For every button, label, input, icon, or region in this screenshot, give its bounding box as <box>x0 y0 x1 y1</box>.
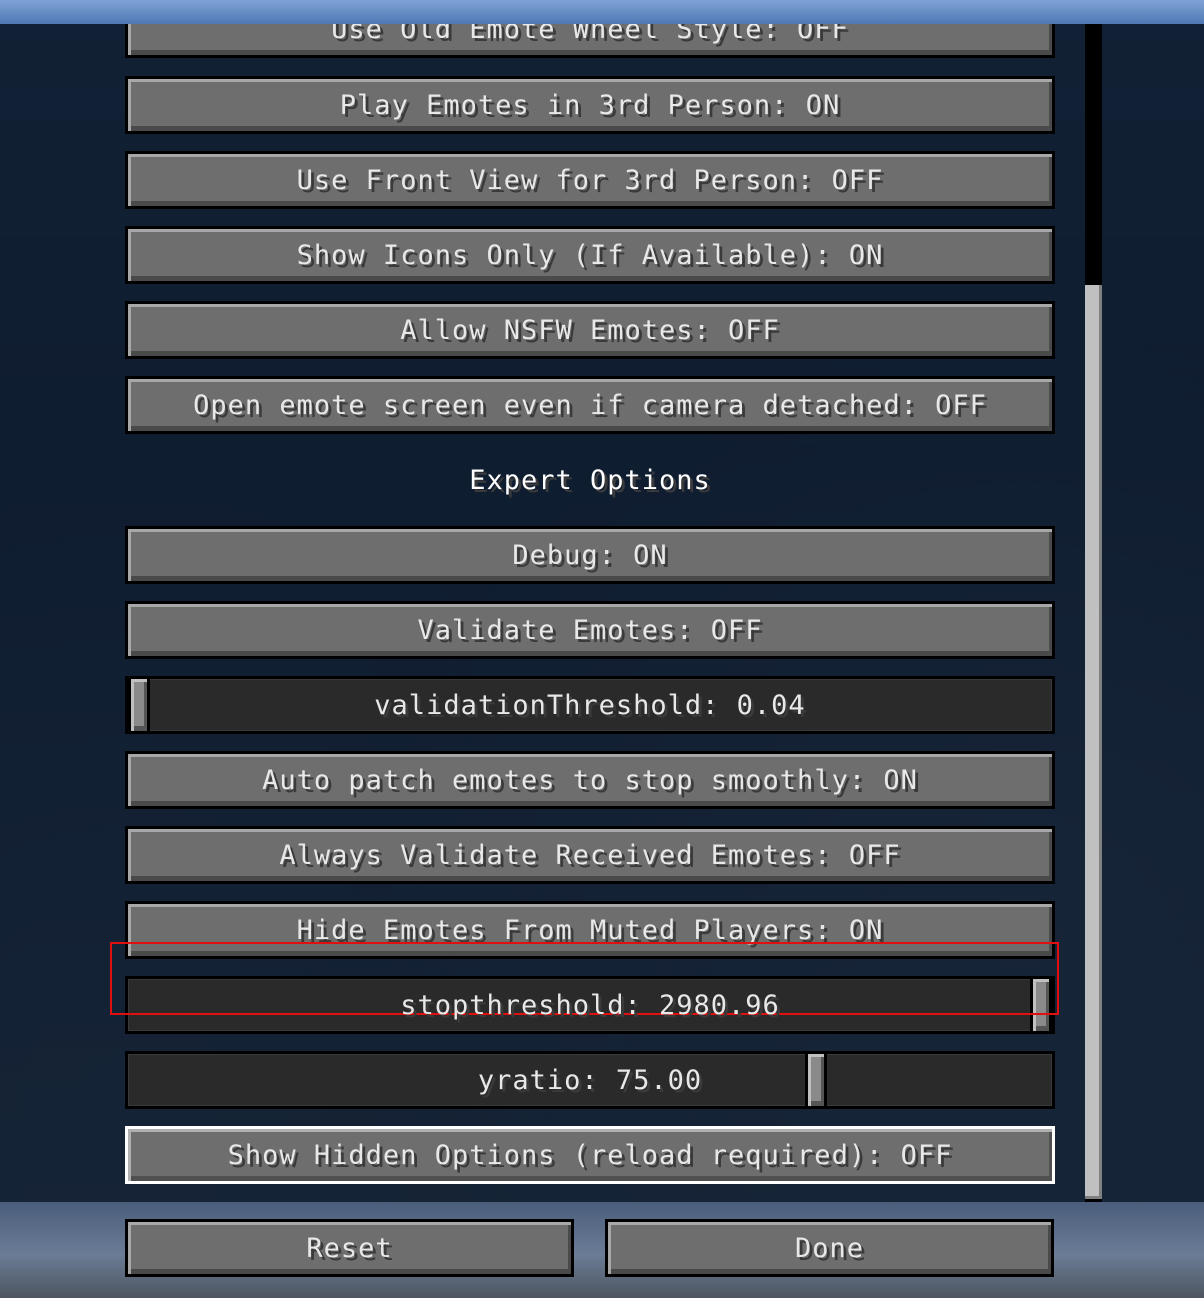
option-validate[interactable]: Validate Emotes: OFF <box>125 601 1055 659</box>
slider-label: yratio: 75.00 <box>477 1064 703 1096</box>
validate-emotes-button[interactable]: Validate Emotes: OFF <box>125 601 1055 659</box>
button-label: Reset <box>306 1232 393 1264</box>
option-yratio[interactable]: yratio: 75.00 <box>125 1051 1055 1109</box>
button-label: Play Emotes in 3rd Person: ON <box>339 89 841 121</box>
slider-handle[interactable] <box>128 676 150 734</box>
option-open-detached[interactable]: Open emote screen even if camera detache… <box>125 376 1055 434</box>
button-label: Always Validate Received Emotes: OFF <box>279 839 901 871</box>
button-label: Debug: ON <box>512 539 668 571</box>
hide-muted-button[interactable]: Hide Emotes From Muted Players: ON <box>125 901 1055 959</box>
yratio-slider[interactable]: yratio: 75.00 <box>125 1051 1055 1109</box>
reset-button[interactable]: Reset <box>125 1219 574 1277</box>
allow-nsfw-button[interactable]: Allow NSFW Emotes: OFF <box>125 301 1055 359</box>
option-front-view[interactable]: Use Front View for 3rd Person: OFF <box>125 151 1055 209</box>
button-label: Allow NSFW Emotes: OFF <box>400 314 780 346</box>
icons-only-button[interactable]: Show Icons Only (If Available): ON <box>125 226 1055 284</box>
option-validation-threshold[interactable]: validationThreshold: 0.04 <box>125 676 1055 734</box>
option-show-hidden[interactable]: Show Hidden Options (reload required): O… <box>125 1126 1055 1184</box>
done-button[interactable]: Done <box>605 1219 1054 1277</box>
option-stop-threshold[interactable]: stopthreshold: 2980.96 <box>125 976 1055 1034</box>
auto-patch-button[interactable]: Auto patch emotes to stop smoothly: ON <box>125 751 1055 809</box>
front-view-button[interactable]: Use Front View for 3rd Person: OFF <box>125 151 1055 209</box>
option-old-emote-wheel[interactable]: Use Old Emote Wheel Style: OFF <box>125 24 1055 58</box>
options-screen: Use Old Emote Wheel Style: OFF Play Emot… <box>0 0 1204 1298</box>
open-detached-button[interactable]: Open emote screen even if camera detache… <box>125 376 1055 434</box>
button-label: Auto patch emotes to stop smoothly: ON <box>262 764 918 796</box>
reset-button-wrap[interactable]: Reset <box>125 1219 574 1277</box>
option-hide-muted[interactable]: Hide Emotes From Muted Players: ON <box>125 901 1055 959</box>
options-list[interactable]: Use Old Emote Wheel Style: OFF Play Emot… <box>0 24 1204 1202</box>
button-label: Use Old Emote Wheel Style: OFF <box>331 24 849 45</box>
show-hidden-options-button[interactable]: Show Hidden Options (reload required): O… <box>125 1126 1055 1184</box>
button-label: Open emote screen even if camera detache… <box>193 389 987 421</box>
done-button-wrap[interactable]: Done <box>605 1219 1054 1277</box>
play-3rd-person-button[interactable]: Play Emotes in 3rd Person: ON <box>125 76 1055 134</box>
debug-button[interactable]: Debug: ON <box>125 526 1055 584</box>
button-label: Validate Emotes: OFF <box>417 614 763 646</box>
option-always-validate[interactable]: Always Validate Received Emotes: OFF <box>125 826 1055 884</box>
stop-threshold-slider[interactable]: stopthreshold: 2980.96 <box>125 976 1055 1034</box>
option-auto-patch[interactable]: Auto patch emotes to stop smoothly: ON <box>125 751 1055 809</box>
always-validate-button[interactable]: Always Validate Received Emotes: OFF <box>125 826 1055 884</box>
option-debug[interactable]: Debug: ON <box>125 526 1055 584</box>
option-allow-nsfw[interactable]: Allow NSFW Emotes: OFF <box>125 301 1055 359</box>
title-bar-strip <box>0 0 1204 24</box>
scrollbar-thumb[interactable] <box>1085 285 1102 1199</box>
button-label: Show Hidden Options (reload required): O… <box>227 1139 953 1171</box>
slider-label: stopthreshold: 2980.96 <box>400 989 780 1021</box>
slider-handle[interactable] <box>1030 976 1052 1034</box>
validation-threshold-slider[interactable]: validationThreshold: 0.04 <box>125 676 1055 734</box>
option-play-3rd-person[interactable]: Play Emotes in 3rd Person: ON <box>125 76 1055 134</box>
slider-handle[interactable] <box>804 1051 827 1109</box>
button-label: Done <box>794 1232 865 1264</box>
old-emote-wheel-button[interactable]: Use Old Emote Wheel Style: OFF <box>125 24 1055 58</box>
expert-options-heading: Expert Options <box>469 464 711 496</box>
button-label: Use Front View for 3rd Person: OFF <box>296 164 884 196</box>
button-label: Hide Emotes From Muted Players: ON <box>296 914 884 946</box>
option-icons-only[interactable]: Show Icons Only (If Available): ON <box>125 226 1055 284</box>
button-label: Show Icons Only (If Available): ON <box>296 239 884 271</box>
slider-label: validationThreshold: 0.04 <box>374 689 806 721</box>
